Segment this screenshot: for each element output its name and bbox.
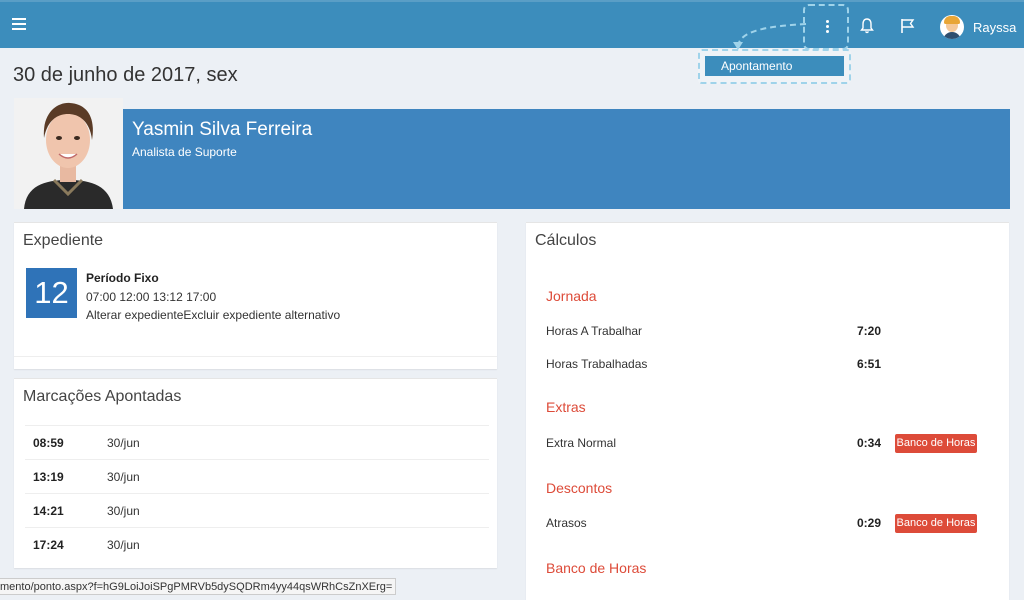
- mark-time: 17:24: [33, 538, 64, 552]
- username-label: Rayssa: [973, 19, 1017, 35]
- mark-date: 30/jun: [107, 436, 140, 450]
- status-bar-url: mento/ponto.aspx?f=hG9LoiJoiSPgPMRVb5dyS…: [0, 578, 397, 595]
- profile-photo: [14, 98, 123, 209]
- marcacoes-title: Marcações Apontadas: [23, 388, 182, 405]
- calculos-title: Cálculos: [535, 232, 597, 249]
- table-row: 08:59 30/jun: [25, 425, 489, 459]
- profile-name: Yasmin Silva Ferreira: [132, 119, 313, 140]
- section-banco-de-horas: Banco de Horas: [546, 560, 647, 576]
- period-times: 07:00 12:00 13:12 17:00: [86, 290, 217, 304]
- calculos-panel: Cálculos Jornada Horas A Trabalhar 7:20 …: [526, 222, 1009, 600]
- bell-icon[interactable]: [860, 18, 874, 34]
- avatar: [940, 15, 964, 39]
- menu-item-apontamento[interactable]: Apontamento: [705, 56, 844, 76]
- extra-normal-label: Extra Normal: [546, 436, 617, 450]
- horas-trabalhadas-value: 6:51: [857, 357, 882, 371]
- profile-role: Analista de Suporte: [132, 145, 237, 159]
- extra-normal-value: 0:34: [857, 436, 882, 450]
- section-extras: Extras: [546, 399, 586, 415]
- horas-a-trabalhar-label: Horas A Trabalhar: [546, 324, 643, 338]
- page-title: 30 de junho de 2017, sex: [13, 64, 238, 86]
- mark-date: 30/jun: [107, 538, 140, 552]
- atrasos-value: 0:29: [857, 516, 882, 530]
- user-menu[interactable]: Rayssa: [940, 14, 1016, 40]
- marcacoes-panel: Marcações Apontadas 08:59 30/jun 13:19 3…: [14, 378, 497, 568]
- section-descontos: Descontos: [546, 480, 613, 496]
- flag-icon[interactable]: [900, 18, 916, 34]
- mark-time: 08:59: [33, 436, 64, 450]
- mark-date: 30/jun: [107, 470, 140, 484]
- table-row: 13:19 30/jun: [25, 459, 489, 493]
- banco-de-horas-badge[interactable]: Banco de Horas: [895, 434, 977, 453]
- more-options-dropdown: Apontamento: [698, 49, 851, 84]
- kebab-icon: [826, 20, 830, 35]
- mark-time: 13:19: [33, 470, 64, 484]
- callout-connector: [733, 23, 807, 50]
- mark-date: 30/jun: [107, 504, 140, 518]
- divider: [14, 356, 497, 357]
- day-badge: 12: [26, 268, 77, 318]
- table-row: 14:21 30/jun: [25, 493, 489, 527]
- horas-trabalhadas-label: Horas Trabalhadas: [546, 357, 648, 371]
- banco-de-horas-badge[interactable]: Banco de Horas: [895, 514, 977, 533]
- period-title: Período Fixo: [86, 271, 159, 285]
- expediente-panel: Expediente 12 Período Fixo 07:00 12:00 1…: [14, 222, 497, 369]
- horas-a-trabalhar-value: 7:20: [857, 324, 882, 338]
- menu-toggle-icon[interactable]: [12, 18, 26, 30]
- mark-time: 14:21: [33, 504, 64, 518]
- table-row: 17:24 30/jun: [25, 527, 489, 561]
- top-navbar: Rayssa: [0, 0, 1024, 50]
- atrasos-label: Atrasos: [546, 516, 587, 530]
- expediente-title: Expediente: [23, 232, 104, 249]
- period-actions[interactable]: Alterar expedienteExcluir expediente alt…: [86, 308, 340, 322]
- section-jornada: Jornada: [546, 288, 597, 304]
- profile-banner: Yasmin Silva Ferreira Analista de Suport…: [123, 109, 1010, 209]
